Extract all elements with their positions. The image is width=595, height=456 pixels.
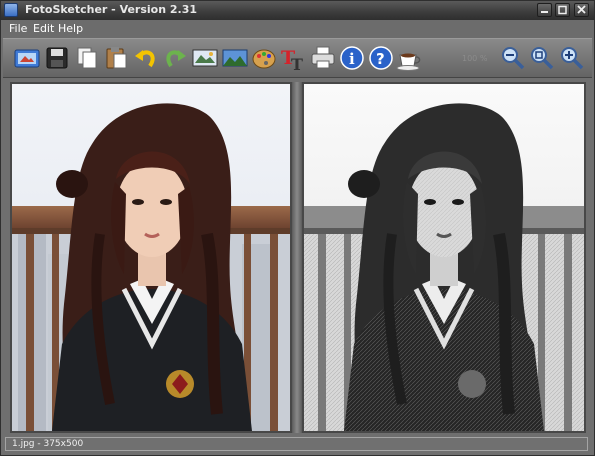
close-button[interactable]: [574, 3, 589, 17]
landscape-icon: [222, 49, 248, 67]
image-settings-icon: [192, 49, 218, 67]
palette-button[interactable]: [250, 44, 278, 72]
zoom-fit-icon: [531, 47, 554, 70]
zoom-out-button[interactable]: [499, 44, 527, 72]
sketch-preview: [304, 84, 584, 431]
svg-text:i: i: [349, 50, 355, 68]
window-title: FotoSketcher - Version 2.31: [25, 3, 198, 16]
app-icon: [4, 3, 18, 17]
minimize-button[interactable]: [537, 3, 552, 17]
undo-icon: [135, 50, 155, 68]
open-image-button[interactable]: [13, 44, 41, 72]
print-button[interactable]: [309, 44, 337, 72]
donate-button[interactable]: [395, 44, 423, 72]
status-bar: 1.jpg - 375x500: [5, 437, 588, 451]
undo-button[interactable]: [132, 44, 160, 72]
svg-text:?: ?: [376, 50, 385, 68]
add-text-button[interactable]: TT: [279, 44, 307, 72]
svg-text:T: T: [291, 55, 303, 72]
menu-edit[interactable]: Edit: [33, 22, 54, 35]
landscape-button[interactable]: [221, 44, 249, 72]
menu-bar: File Edit Help: [1, 20, 594, 38]
help-button[interactable]: ?: [367, 44, 395, 72]
title-bar[interactable]: FotoSketcher - Version 2.31: [1, 1, 594, 20]
paste-button[interactable]: [102, 44, 130, 72]
image-settings-button[interactable]: [191, 44, 219, 72]
minimize-icon: [541, 11, 548, 13]
app-window: FotoSketcher - Version 2.31 File Edit He…: [0, 0, 595, 456]
palette-icon: [252, 49, 276, 69]
redo-icon: [166, 50, 186, 68]
toolbar: TT i ? 100 %: [3, 38, 592, 78]
zoom-out-icon: [502, 47, 525, 70]
original-image-pane[interactable]: [10, 82, 292, 433]
redo-button[interactable]: [161, 44, 189, 72]
copy-button[interactable]: [73, 44, 101, 72]
coffee-donate-icon: [396, 53, 421, 71]
print-icon: [311, 46, 335, 69]
zoom-in-button[interactable]: [558, 44, 586, 72]
info-icon: i: [340, 46, 364, 70]
pane-divider[interactable]: [292, 82, 302, 433]
add-text-icon: TT: [281, 47, 303, 72]
open-image-icon: [14, 49, 40, 68]
menu-help[interactable]: Help: [58, 22, 83, 35]
sketch-image-pane[interactable]: [302, 82, 586, 433]
close-icon: [577, 5, 586, 14]
save-button[interactable]: [43, 44, 71, 72]
status-file-info: 1.jpg - 375x500: [12, 439, 84, 449]
copy-icon: [77, 47, 97, 69]
save-icon: [46, 47, 68, 69]
zoom-level: 100 %: [462, 54, 488, 63]
info-button[interactable]: i: [338, 44, 366, 72]
maximize-button[interactable]: [555, 3, 570, 17]
help-icon: ?: [369, 46, 393, 70]
menu-file[interactable]: File: [9, 22, 27, 35]
zoom-fit-button[interactable]: [528, 44, 556, 72]
original-photo: [12, 84, 290, 431]
paste-icon: [106, 47, 127, 69]
zoom-in-icon: [561, 47, 584, 70]
maximize-icon: [558, 5, 567, 15]
